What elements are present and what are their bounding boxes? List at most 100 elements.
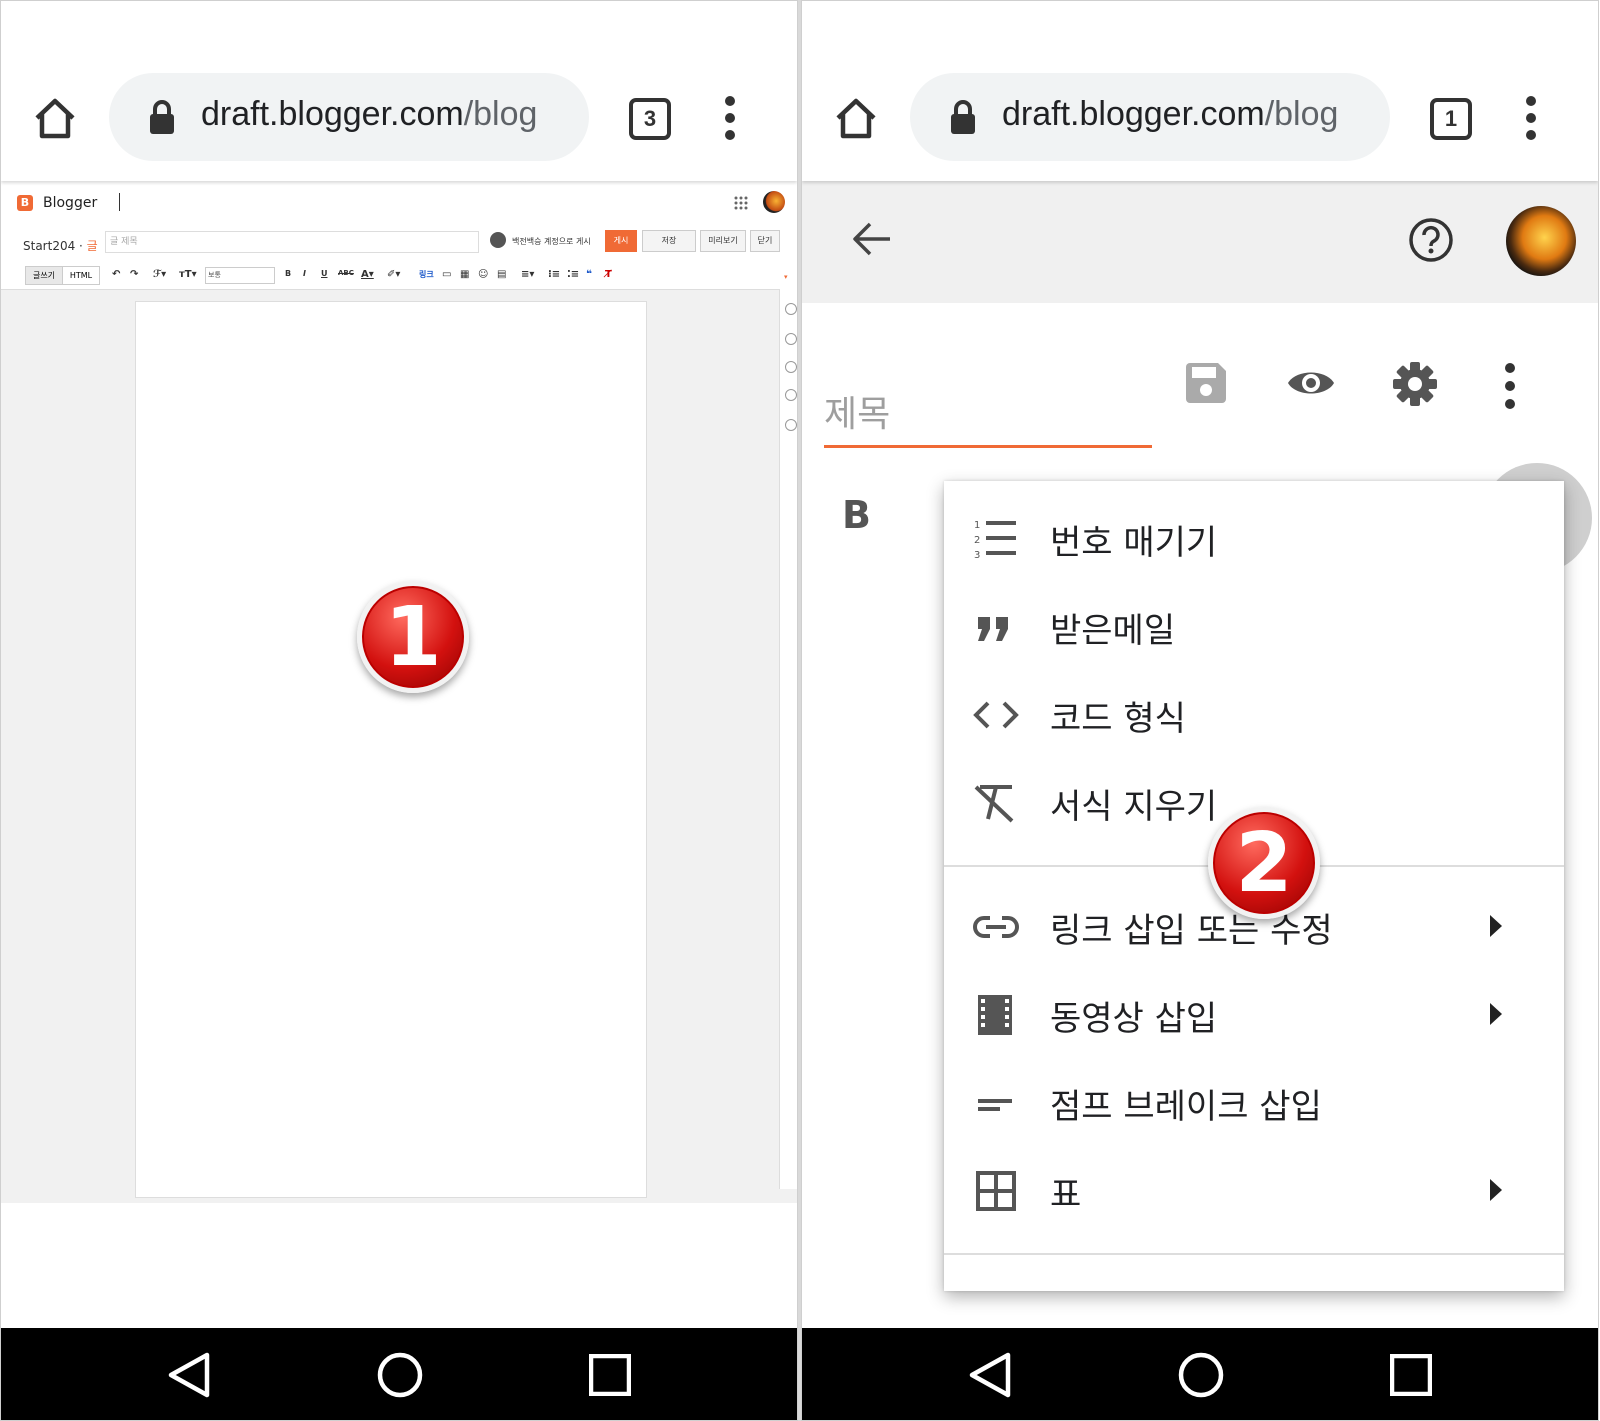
lock-icon — [150, 100, 174, 134]
collapse-icon[interactable]: ▾ — [784, 273, 788, 281]
publish-button[interactable]: 게시 — [605, 230, 637, 252]
menu-item-video[interactable]: 동영상 삽입 — [944, 975, 1564, 1055]
menu-item-code[interactable]: 코드 형식 — [944, 675, 1564, 755]
save-button[interactable]: 저장 — [642, 230, 696, 252]
menu-label: 코드 형식 — [1050, 699, 1186, 739]
video-icon[interactable]: ▦ — [460, 269, 469, 280]
menu-item-table[interactable]: 표 — [944, 1151, 1564, 1231]
menu-item-quote[interactable]: 받은메일 — [944, 587, 1564, 667]
clock-icon[interactable] — [785, 333, 797, 345]
post-title-input[interactable]: 글 제목 — [105, 231, 479, 253]
compose-mode-tab[interactable]: 글쓰기 — [25, 266, 63, 285]
format-select[interactable]: 보통 — [205, 267, 275, 284]
numbered-list-icon: 1 2 3 — [974, 520, 1016, 561]
permalink-icon[interactable] — [785, 361, 797, 373]
undo-icon[interactable]: ↶ — [112, 269, 120, 280]
blogger-app-name: Blogger — [43, 195, 98, 211]
quote-icon — [978, 617, 1008, 641]
back-arrow-icon[interactable] — [852, 221, 892, 257]
emoji-icon[interactable]: ☺ — [478, 269, 488, 280]
submenu-arrow-icon — [1490, 915, 1502, 937]
nav-recents-icon[interactable] — [1390, 1354, 1432, 1396]
link-icon[interactable]: 링크 — [419, 269, 434, 280]
menu-item-jump-break[interactable]: 점프 브레이크 삽입 — [944, 1063, 1564, 1143]
strikethrough-icon[interactable]: ABC — [338, 269, 354, 277]
url-path: /blog — [463, 95, 538, 133]
text-color-icon[interactable]: A▾ — [361, 269, 374, 280]
close-button[interactable]: 닫기 — [750, 230, 780, 252]
nav-back-icon[interactable] — [968, 1352, 1012, 1398]
svg-text:1: 1 — [974, 520, 980, 531]
help-icon[interactable] — [1408, 217, 1454, 263]
header-separator — [119, 193, 120, 211]
nav-recents-icon[interactable] — [589, 1354, 631, 1396]
post-body-canvas[interactable] — [135, 301, 647, 1198]
author-note: 백전백승 계정으로 게시 — [512, 237, 591, 246]
italic-icon[interactable]: I — [303, 269, 306, 278]
tab-switcher-button[interactable]: 3 — [629, 98, 671, 140]
font-icon[interactable]: ℱ▾ — [153, 269, 166, 280]
preview-button[interactable]: 미리보기 — [700, 230, 746, 252]
bullet-list-icon[interactable]: ⁚≡ — [567, 269, 579, 280]
code-icon — [973, 701, 1019, 729]
preview-eye-icon[interactable] — [1286, 366, 1336, 400]
save-icon[interactable] — [1184, 361, 1228, 405]
post-title-input[interactable]: 제목 — [824, 379, 1152, 448]
url-bar[interactable]: draft.blogger.com/blog — [910, 73, 1390, 161]
menu-label: 서식 지우기 — [1050, 787, 1218, 827]
left-screenshot: draft.blogger.com/blog 3 B Blogger Start… — [0, 0, 798, 1421]
bold-button[interactable]: B — [842, 493, 871, 537]
url-path: /blog — [1264, 95, 1339, 133]
menu-divider — [944, 1253, 1564, 1255]
clear-format-icon — [974, 785, 1014, 823]
font-size-icon[interactable]: ᴛT▾ — [179, 269, 197, 280]
post-settings-rail — [779, 289, 797, 1189]
browser-menu-icon[interactable] — [723, 96, 737, 140]
location-icon[interactable] — [785, 389, 797, 401]
blogger-desktop-editor: B Blogger Start204 · 글 글 제목 백전백승 계정으로 게시… — [1, 181, 797, 1203]
nav-back-icon[interactable] — [167, 1352, 211, 1398]
settings-gear-icon[interactable] — [1392, 361, 1438, 407]
menu-label: 동영상 삽입 — [1050, 999, 1218, 1039]
more-options-icon[interactable] — [1504, 363, 1516, 417]
url-bar[interactable]: draft.blogger.com/blog — [109, 73, 589, 161]
clear-format-icon[interactable]: T̸ — [605, 269, 612, 280]
menu-label: 번호 매기기 — [1050, 523, 1218, 563]
editor-app-bar — [802, 181, 1598, 303]
account-avatar[interactable] — [763, 191, 785, 213]
label-icon[interactable] — [785, 303, 797, 315]
menu-label: 표 — [1050, 1175, 1082, 1215]
options-gear-icon[interactable] — [785, 419, 797, 431]
nav-home-icon[interactable] — [377, 1352, 423, 1398]
svg-text:2: 2 — [974, 535, 980, 546]
browser-menu-icon[interactable] — [1524, 96, 1538, 140]
home-icon[interactable] — [33, 96, 77, 140]
blog-name: Start204 · 글 — [23, 237, 98, 254]
numbered-list-icon[interactable]: ⁝≡ — [548, 269, 560, 280]
html-mode-tab[interactable]: HTML — [62, 266, 100, 285]
right-screenshot: draft.blogger.com/blog 1 제목 B 1 2 3 번호 매기기… — [801, 0, 1599, 1421]
menu-label: 받은메일 — [1050, 611, 1176, 651]
menu-item-numbered-list[interactable]: 1 2 3 번호 매기기 — [944, 499, 1564, 579]
menu-label: 점프 브레이크 삽입 — [1050, 1087, 1322, 1127]
tab-switcher-button[interactable]: 1 — [1430, 98, 1472, 140]
apps-grid-icon[interactable] — [734, 196, 748, 210]
account-avatar[interactable] — [1506, 206, 1576, 276]
align-icon[interactable]: ≡▾ — [521, 269, 534, 280]
submenu-arrow-icon — [1490, 1179, 1502, 1201]
film-icon — [978, 995, 1012, 1035]
highlight-icon[interactable]: ✐▾ — [387, 269, 400, 280]
nav-home-icon[interactable] — [1178, 1352, 1224, 1398]
blogger-header: B Blogger — [1, 181, 797, 225]
home-icon[interactable] — [834, 96, 878, 140]
image-icon[interactable]: ▭ — [442, 269, 451, 280]
step-badge-1: 1 — [357, 581, 469, 693]
quote-icon[interactable]: ❝ — [586, 269, 592, 280]
bold-icon[interactable]: B — [285, 269, 291, 278]
blogger-logo-icon[interactable]: B — [17, 195, 33, 211]
url-domain: draft.blogger.com — [1002, 95, 1265, 133]
redo-icon[interactable]: ↷ — [130, 269, 138, 280]
underline-icon[interactable]: U — [321, 269, 328, 278]
post-type: 글 — [86, 239, 98, 253]
jump-break-icon[interactable]: ▤ — [497, 269, 506, 280]
